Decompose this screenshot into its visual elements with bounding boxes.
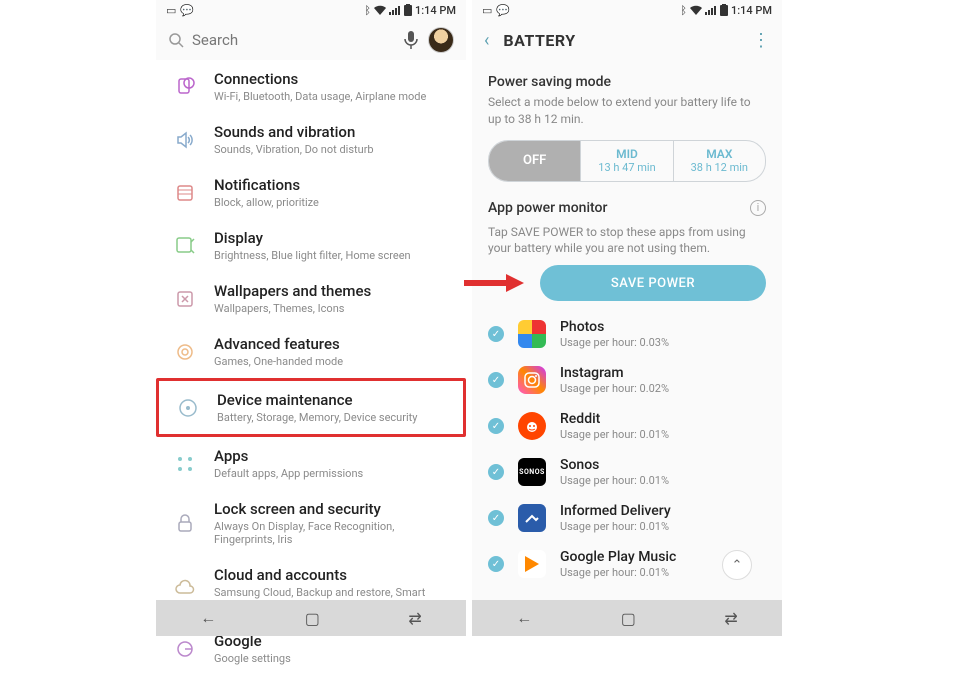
battery-header: ‹ BATTERY ⋮: [472, 20, 782, 60]
mic-icon[interactable]: [404, 31, 418, 49]
wallpapers-icon: [174, 288, 196, 310]
cloud-icon: [174, 578, 196, 600]
annotation-arrow: [464, 273, 524, 293]
battery-icon: [404, 4, 412, 16]
settings-item-connections[interactable]: ConnectionsWi-Fi, Bluetooth, Data usage,…: [156, 60, 466, 113]
page-title: BATTERY: [503, 31, 575, 50]
chat-icon: 💬: [496, 4, 510, 17]
sounds-icon: [174, 129, 196, 151]
google-icon: [174, 638, 196, 660]
nav-bar: ← ▢ ⇄: [472, 600, 782, 636]
settings-item-lock-screen[interactable]: Lock screen and securityAlways On Displa…: [156, 490, 466, 556]
instagram-icon: [518, 366, 546, 394]
app-row-sonos[interactable]: ✓ SONOS SonosUsage per hour: 0.01%: [472, 449, 782, 495]
mode-selector: OFF MID13 h 47 min MAX38 h 12 min: [488, 140, 766, 182]
power-saving-section: Power saving mode Select a mode below to…: [472, 60, 782, 198]
search-icon: [168, 32, 184, 48]
photos-icon: [518, 320, 546, 348]
lock-icon: [174, 512, 196, 534]
battery-screen: ▭ 💬 ᛒ 1:14 PM ‹ BATTERY ⋮ Power saving m…: [472, 0, 782, 636]
checkbox-icon[interactable]: ✓: [488, 464, 504, 480]
device-maintenance-icon: [177, 397, 199, 419]
mode-max[interactable]: MAX38 h 12 min: [673, 141, 765, 181]
checkbox-icon[interactable]: ✓: [488, 556, 504, 572]
bluetooth-icon: ᛒ: [680, 4, 687, 17]
search-input[interactable]: Search: [168, 31, 394, 49]
signal-icon: [705, 5, 717, 15]
back-button[interactable]: ‹: [484, 30, 489, 51]
nav-bar: ← ▢ ⇄: [156, 600, 466, 636]
apm-title: App power monitor: [488, 200, 607, 216]
apps-icon: [174, 453, 196, 475]
battery-icon: [720, 4, 728, 16]
status-time: 1:14 PM: [415, 4, 456, 17]
nav-recents[interactable]: ⇄: [408, 609, 421, 628]
settings-item-sounds[interactable]: Sounds and vibrationSounds, Vibration, D…: [156, 113, 466, 166]
settings-item-apps[interactable]: AppsDefault apps, App permissions: [156, 437, 466, 490]
checkbox-icon[interactable]: ✓: [488, 510, 504, 526]
status-bar: ▭ 💬 ᛒ 1:14 PM: [156, 0, 466, 20]
psm-subtitle: Select a mode below to extend your batte…: [488, 94, 766, 128]
checkbox-icon[interactable]: ✓: [488, 326, 504, 342]
nav-home[interactable]: ▢: [305, 609, 320, 628]
connections-icon: [174, 76, 196, 98]
notif-icon: ▭: [166, 4, 176, 17]
bluetooth-icon: ᛒ: [364, 4, 371, 17]
display-icon: [174, 235, 196, 257]
play-music-icon: [518, 550, 546, 578]
checkbox-icon[interactable]: ✓: [488, 372, 504, 388]
wifi-icon: [374, 5, 386, 15]
checkbox-icon[interactable]: ✓: [488, 418, 504, 434]
notif-icon: ▭: [482, 4, 492, 17]
save-power-button[interactable]: SAVE POWER: [540, 265, 766, 301]
settings-item-notifications[interactable]: NotificationsBlock, allow, prioritize: [156, 166, 466, 219]
app-power-monitor-header: App power monitor i: [472, 200, 782, 216]
settings-item-advanced[interactable]: Advanced featuresGames, One-handed mode: [156, 325, 466, 378]
signal-icon: [389, 5, 401, 15]
nav-back[interactable]: ←: [516, 608, 532, 628]
settings-screen: ▭ 💬 ᛒ 1:14 PM Search: [156, 0, 466, 636]
app-row-photos[interactable]: ✓ PhotosUsage per hour: 0.03%: [472, 311, 782, 357]
settings-list: ConnectionsWi-Fi, Bluetooth, Data usage,…: [156, 60, 466, 675]
app-row-reddit[interactable]: ✓ RedditUsage per hour: 0.01%: [472, 403, 782, 449]
save-power-row: SAVE POWER: [472, 257, 782, 311]
settings-item-wallpapers[interactable]: Wallpapers and themesWallpapers, Themes,…: [156, 272, 466, 325]
app-list: ✓ PhotosUsage per hour: 0.03% ✓ Instagra…: [472, 311, 782, 587]
nav-recents[interactable]: ⇄: [724, 609, 737, 628]
chat-icon: 💬: [180, 4, 194, 17]
status-time: 1:14 PM: [731, 4, 772, 17]
advanced-icon: [174, 341, 196, 363]
avatar[interactable]: [428, 27, 454, 53]
informed-delivery-icon: [518, 504, 546, 532]
psm-title: Power saving mode: [488, 74, 766, 90]
sonos-icon: SONOS: [518, 458, 546, 486]
mode-off[interactable]: OFF: [489, 141, 580, 181]
search-placeholder: Search: [192, 31, 238, 49]
mode-mid[interactable]: MID13 h 47 min: [580, 141, 672, 181]
nav-home[interactable]: ▢: [621, 609, 636, 628]
nav-back[interactable]: ←: [200, 608, 216, 628]
app-row-instagram[interactable]: ✓ InstagramUsage per hour: 0.02%: [472, 357, 782, 403]
settings-item-display[interactable]: DisplayBrightness, Blue light filter, Ho…: [156, 219, 466, 272]
app-row-informed-delivery[interactable]: ✓ Informed DeliveryUsage per hour: 0.01%: [472, 495, 782, 541]
apm-subtitle: Tap SAVE POWER to stop these apps from u…: [472, 220, 782, 258]
settings-item-device-maintenance[interactable]: Device maintenanceBattery, Storage, Memo…: [156, 378, 466, 437]
reddit-icon: [518, 412, 546, 440]
notifications-icon: [174, 182, 196, 204]
wifi-icon: [690, 5, 702, 15]
search-row: Search: [156, 20, 466, 60]
status-bar: ▭ 💬 ᛒ 1:14 PM: [472, 0, 782, 20]
info-icon[interactable]: i: [750, 200, 766, 216]
scroll-top-button[interactable]: ⌃: [722, 550, 752, 580]
overflow-menu[interactable]: ⋮: [752, 30, 770, 51]
